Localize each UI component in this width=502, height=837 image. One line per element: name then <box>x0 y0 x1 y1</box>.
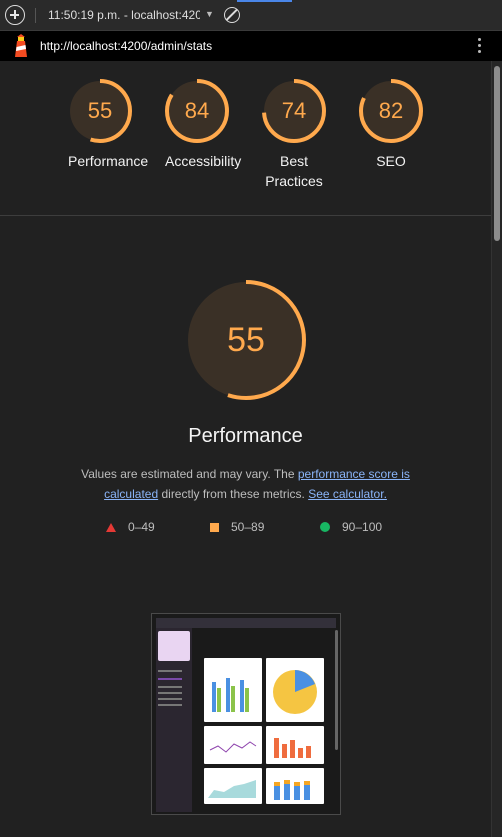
scrollbar-thumb[interactable] <box>494 66 500 241</box>
gauge-label: Accessibility <box>165 153 242 169</box>
gauge-label: Performance <box>68 153 149 169</box>
gauge-score: 84 <box>184 98 210 123</box>
square-icon <box>210 523 219 532</box>
circle-icon <box>320 522 330 532</box>
performance-title: Performance <box>188 425 303 447</box>
url-bar: http://localhost:4200/admin/stats <box>0 31 502 61</box>
triangle-icon <box>106 523 116 532</box>
page-screenshot-thumbnail[interactable] <box>151 613 341 815</box>
kebab-menu-icon[interactable] <box>478 38 482 54</box>
gauge-label: Best Practices <box>265 153 323 189</box>
see-calculator-link[interactable]: See calculator. <box>308 487 387 501</box>
gauge-score: 82 <box>378 98 404 123</box>
active-tab-accent <box>237 0 292 2</box>
performance-score: 55 <box>227 321 265 359</box>
lighthouse-icon <box>15 34 27 57</box>
tab-title[interactable]: 11:50:19 p.m. - localhost:4200 <box>48 8 200 22</box>
chevron-down-icon[interactable]: ▼ <box>205 9 214 19</box>
no-entry-icon[interactable] <box>224 7 240 23</box>
gauge-score: 74 <box>281 98 307 123</box>
url-text[interactable]: http://localhost:4200/admin/stats <box>40 39 212 53</box>
gauge-label: SEO <box>376 153 406 169</box>
gauge-performance[interactable]: 55 Performance <box>68 79 149 171</box>
plus-circle-icon[interactable] <box>5 5 25 25</box>
gauge-score: 55 <box>87 98 113 123</box>
browser-tab-bar: 11:50:19 p.m. - localhost:4200 ▼ <box>0 0 502 31</box>
section-divider <box>0 215 491 216</box>
legend-fail: 0–49 <box>106 520 155 534</box>
thumbnail-logo <box>158 631 190 661</box>
gauge-seo[interactable]: 82 SEO <box>359 79 423 171</box>
lighthouse-report: 55 Performance 84 Accessibility 74 Best … <box>0 61 491 837</box>
legend-pass: 90–100 <box>320 520 382 534</box>
gauge-accessibility[interactable]: 84 Accessibility <box>165 79 242 171</box>
tab-separator <box>35 8 36 23</box>
performance-gauge-large: 55 <box>186 280 306 400</box>
performance-description: Values are estimated and may vary. The p… <box>81 467 410 501</box>
legend-average: 50–89 <box>210 520 264 534</box>
gauge-best-practices[interactable]: 74 Best Practices <box>262 79 326 191</box>
